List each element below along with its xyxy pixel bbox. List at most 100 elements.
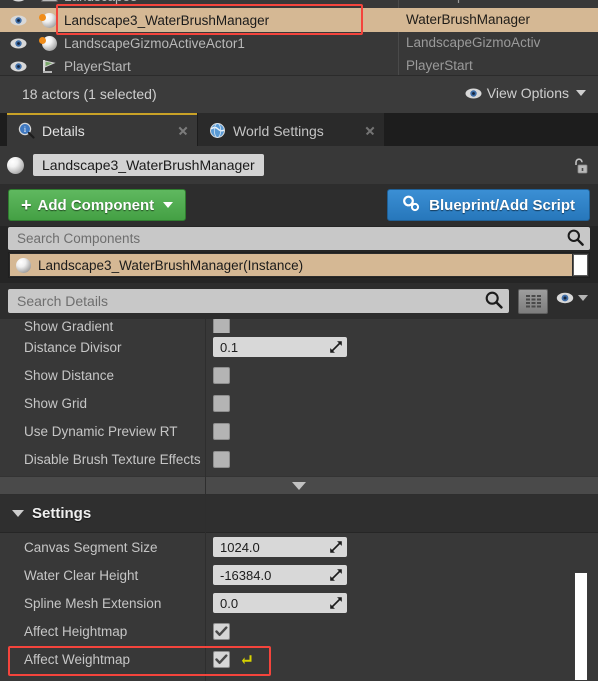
actor-sphere-icon [7, 157, 24, 174]
actor-name-field[interactable]: Landscape3_WaterBrushManager [33, 154, 264, 176]
property-row-use-dynamic-preview-rt[interactable]: Use Dynamic Preview RT [8, 417, 590, 445]
component-tree-scrollbar[interactable] [573, 254, 588, 276]
view-options-button[interactable]: View Options [465, 85, 586, 101]
blueprint-add-script-button[interactable]: Blueprint/Add Script [387, 189, 590, 221]
property-value [205, 450, 590, 468]
property-row-distance-divisor[interactable]: Distance Divisor 0.1 [8, 333, 590, 361]
visibility-eye-icon[interactable] [0, 61, 36, 72]
show-distance-checkbox[interactable] [213, 366, 230, 384]
search-icon[interactable] [485, 291, 503, 312]
visibility-eye-icon[interactable] [0, 38, 36, 49]
property-row-affect-weightmap[interactable]: Affect Weightmap [8, 645, 590, 673]
disable-brush-texture-effects-checkbox[interactable] [213, 450, 230, 468]
globe-icon [208, 122, 226, 140]
outliner-row-landscapegizmoactiveactor1[interactable]: LandscapeGizmoActiveActor1 LandscapeGizm… [0, 31, 598, 55]
chevron-down-icon [578, 295, 588, 301]
display-grid-toggle-button[interactable] [518, 289, 548, 314]
component-tree-row[interactable]: Landscape3_WaterBrushManager(Instance) [10, 254, 572, 276]
affect-heightmap-checkbox[interactable] [213, 622, 230, 640]
outliner-row-type: LandscapeGizmoActiv [406, 35, 541, 50]
property-value [205, 650, 590, 668]
actor-count-label: 18 actors (1 selected) [22, 86, 157, 102]
property-value [205, 622, 590, 640]
details-view-options-button[interactable] [556, 292, 588, 304]
close-icon[interactable] [364, 125, 376, 137]
canvas-segment-size-value: 1024.0 [220, 539, 260, 555]
outliner-status-bar: 18 actors (1 selected) View Options [0, 75, 598, 113]
property-scrollbar-thumb[interactable] [574, 572, 588, 681]
affect-weightmap-checkbox[interactable] [213, 650, 230, 668]
outliner-row-playerstart[interactable]: PlayerStart PlayerStart [0, 54, 598, 75]
chevron-down-icon [163, 202, 174, 208]
checkmark-icon [215, 653, 228, 664]
chevron-down-icon[interactable] [292, 481, 306, 490]
tab-label: World Settings [233, 122, 324, 139]
show-gradient-checkbox[interactable] [213, 319, 230, 333]
spline-mesh-extension-input[interactable]: 0.0 [213, 593, 347, 613]
player-start-icon [36, 59, 62, 74]
property-row-canvas-segment-size[interactable]: Canvas Segment Size 1024.0 [8, 533, 590, 561]
property-row-show-distance[interactable]: Show Distance [8, 361, 590, 389]
property-label: Affect Heightmap [24, 623, 128, 639]
world-outliner[interactable]: Landscape3 Landscape Landscape3_WaterBru… [0, 0, 598, 75]
panel-splitter-bar[interactable] [0, 476, 598, 495]
reset-to-default-icon[interactable] [240, 652, 254, 666]
use-dynamic-preview-rt-checkbox[interactable] [213, 422, 230, 440]
outliner-row-landscape3-waterbrushmanager[interactable]: Landscape3_WaterBrushManager WaterBrushM… [0, 8, 598, 32]
search-details-placeholder: Search Details [17, 293, 109, 309]
drag-slider-icon [330, 541, 342, 553]
outliner-row-landscape3[interactable]: Landscape3 Landscape [0, 0, 598, 8]
unlocked-padlock-icon[interactable] [572, 157, 588, 174]
property-label: Water Clear Height [24, 567, 139, 583]
property-label: Affect Weightmap [24, 651, 131, 667]
details-property-panel[interactable]: Show Gradient Distance Divisor 0.1 Show … [0, 319, 598, 681]
expand-triangle-icon[interactable] [12, 510, 24, 517]
property-label: Canvas Segment Size [24, 539, 158, 555]
drag-slider-icon [330, 341, 342, 353]
distance-divisor-value: 0.1 [220, 339, 239, 355]
tab-world-settings[interactable]: World Settings [198, 113, 384, 146]
property-value: 0.0 [205, 593, 590, 613]
show-grid-checkbox[interactable] [213, 394, 230, 412]
details-search-bar: Search Details [0, 283, 598, 319]
tab-details[interactable]: i Details [7, 113, 197, 146]
gears-icon [402, 195, 421, 216]
water-clear-height-value: -16384.0 [220, 567, 272, 583]
property-label: Distance Divisor [24, 339, 122, 355]
add-component-label: Add Component [37, 196, 155, 214]
property-value [205, 422, 590, 440]
search-icon[interactable] [567, 229, 584, 249]
drag-slider-icon [330, 569, 342, 581]
search-components-input[interactable]: Search Components [8, 227, 590, 250]
property-row-affect-heightmap[interactable]: Affect Heightmap [8, 617, 590, 645]
property-row-show-grid[interactable]: Show Grid [8, 389, 590, 417]
property-row-disable-brush-texture-effects[interactable]: Disable Brush Texture Effects [8, 445, 590, 473]
search-components-placeholder: Search Components [17, 231, 141, 246]
property-value: 0.1 [205, 337, 590, 357]
distance-divisor-input[interactable]: 0.1 [213, 337, 347, 357]
property-value [205, 366, 590, 384]
close-icon[interactable] [177, 125, 189, 137]
visibility-eye-icon[interactable] [0, 0, 36, 2]
outliner-row-type: Landscape [406, 0, 561, 8]
actor-sphere-icon [16, 257, 31, 273]
property-value: -16384.0 [205, 565, 590, 585]
add-component-button[interactable]: + Add Component [8, 189, 187, 221]
actor-sphere-icon [36, 35, 62, 51]
view-options-label: View Options [486, 85, 569, 101]
visibility-eye-icon[interactable] [0, 15, 36, 26]
section-header-settings[interactable]: Settings [0, 495, 598, 533]
search-details-input[interactable]: Search Details [8, 289, 509, 313]
chevron-down-icon [576, 90, 586, 96]
grid-icon [525, 294, 541, 307]
canvas-segment-size-input[interactable]: 1024.0 [213, 537, 347, 557]
property-row-water-clear-height[interactable]: Water Clear Height -16384.0 [8, 561, 590, 589]
property-row-spline-mesh-extension[interactable]: Spline Mesh Extension 0.0 [8, 589, 590, 617]
landscape-icon [36, 0, 62, 4]
property-column-splitter[interactable] [205, 319, 206, 681]
component-toolbar: + Add Component Blueprint/Add Script [0, 184, 598, 226]
water-clear-height-input[interactable]: -16384.0 [213, 565, 347, 585]
checkmark-icon [215, 625, 228, 636]
property-row-show-gradient[interactable]: Show Gradient [8, 319, 590, 333]
component-tree[interactable]: Landscape3_WaterBrushManager(Instance) [8, 252, 590, 278]
